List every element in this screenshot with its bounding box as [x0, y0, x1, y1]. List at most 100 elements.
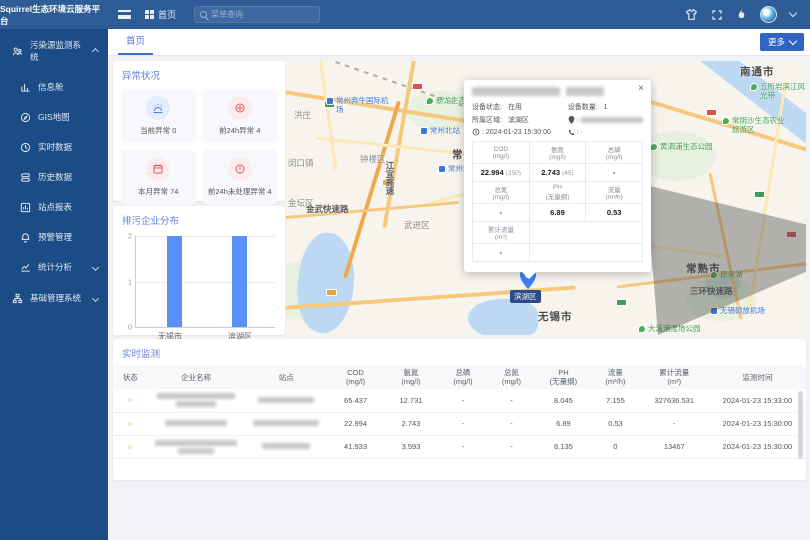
app-window: Squirrel生态环境云服务平台 首页: [0, 0, 810, 540]
map-popup: × 设备状态: 在用 设备数量: 1 所属区域: 滨湖区 : : 2024-01…: [464, 80, 651, 272]
chevron-down-icon[interactable]: [789, 9, 797, 17]
table-row[interactable]: 65.437 12.731 - - 8.045 7.155 327636.531…: [113, 389, 806, 412]
chevron-down-icon: [92, 263, 99, 270]
sidebar-item-info-hub[interactable]: 信息舱: [0, 72, 108, 102]
sidebar-group-label: 基础管理系统: [30, 292, 81, 304]
menu-search[interactable]: [194, 6, 320, 23]
popup-info: 设备状态: 在用 设备数量: 1 所属区域: 滨湖区 : : 2024-01-2…: [472, 102, 643, 136]
park-icon: [710, 271, 718, 279]
line-chart-icon: [19, 261, 31, 273]
map-district-label: 武进区: [404, 219, 430, 231]
road-badge: [616, 299, 627, 306]
topbar-actions: [685, 6, 810, 23]
park-icon: [722, 117, 730, 125]
enterprise-distribution-panel: 排污企业分布 2 1 0 无锡市 滨湖区: [113, 206, 285, 335]
sidebar-item-label: 统计分析: [38, 261, 72, 273]
bar-binhu: [232, 236, 247, 327]
abnormal-status-panel: 异常状况 当前异常 0 前24h异常 4: [113, 61, 285, 201]
y-tick: 1: [122, 277, 132, 286]
popup-title-redacted: [472, 87, 643, 96]
tab-home[interactable]: 首页: [118, 29, 153, 55]
hamburger-icon: [118, 10, 131, 19]
bar-wuxi: [167, 236, 182, 327]
table-row[interactable]: 22.994 2.743 - - 6.89 0.53 - 2024-01-23 …: [113, 412, 806, 435]
sidebar-item-alert-management[interactable]: 预警管理: [0, 222, 108, 252]
sidebar-item-gis-map[interactable]: GIS地图: [0, 102, 108, 132]
more-button[interactable]: 更多: [760, 33, 804, 51]
stat-label: 前24h异常 4: [219, 125, 260, 136]
map-poi: 五所岩滨江风光带: [750, 83, 806, 100]
stat-grid: 当前异常 0 前24h异常 4 本月异常 74: [113, 87, 285, 206]
map-poi: 黄泗浦生态公园: [650, 143, 713, 152]
panel-title: 异常状况: [113, 61, 285, 87]
grid-icon: [145, 10, 154, 19]
map-road-label: 三环快速路: [690, 285, 733, 297]
breadcrumb[interactable]: 首页: [145, 8, 176, 21]
sidebar-item-label: 实时数据: [38, 141, 72, 153]
bell-icon: [19, 231, 31, 243]
stat-month-abnormal[interactable]: 本月异常 74: [121, 150, 196, 204]
breadcrumb-label: 首页: [158, 8, 176, 21]
sidebar-group-label: 污染源监测系统: [30, 39, 86, 63]
clock-icon: [19, 141, 31, 153]
clock-icon: [472, 128, 480, 136]
monitor-table: 状态 企业名称 站点 COD(mg/l) 氨氮(mg/l) 总磷(mg/l) 总…: [113, 365, 806, 459]
sidebar-item-realtime-data[interactable]: 实时数据: [0, 132, 108, 162]
park-icon: [638, 325, 646, 333]
marker-label: 滨湖区: [510, 290, 541, 303]
stat-unhandled-abnormal[interactable]: 前24h未处理异常 4: [203, 150, 278, 204]
panel-title: 排污企业分布: [113, 206, 285, 232]
user-avatar[interactable]: [760, 6, 777, 23]
map-poi: 常州北站: [420, 127, 460, 136]
sidebar-item-site-report[interactable]: 站点报表: [0, 192, 108, 222]
main-area: 首页 更多 异常状况 当前异常 0 前24h异: [108, 29, 810, 540]
theme-skin-icon[interactable]: [685, 8, 698, 21]
dashboard-icon: [19, 81, 31, 93]
phone-icon: [568, 129, 575, 136]
park-icon: [426, 97, 434, 105]
sidebar-item-label: 历史数据: [38, 171, 72, 183]
table-scrollbar[interactable]: [798, 391, 803, 459]
road-badge: [754, 191, 765, 198]
chevron-up-icon: [92, 48, 99, 55]
park-icon: [750, 83, 758, 91]
flame-icon[interactable]: [736, 8, 747, 21]
sidebar-item-history-data[interactable]: 历史数据: [0, 162, 108, 192]
hamburger-menu-button[interactable]: [118, 10, 131, 19]
stat-label: 当前异常 0: [140, 125, 176, 136]
close-icon[interactable]: ×: [638, 84, 644, 94]
map-road-label: 江宜高速: [384, 161, 396, 195]
road-badge: [326, 289, 337, 296]
sitemap-icon: [11, 292, 23, 304]
search-icon: [200, 11, 207, 18]
stat-prev24h-abnormal[interactable]: 前24h异常 4: [203, 89, 278, 143]
map-city-label: 无锡市: [538, 309, 573, 324]
station-icon: [438, 165, 446, 173]
sidebar: 污染源监测系统 信息舱 GIS地图 实时数据 历史数据 站点报表 预警管理: [0, 29, 108, 540]
park-icon: [650, 143, 658, 151]
map-poi: 无锡硕放机场: [710, 307, 765, 316]
y-tick: 0: [122, 323, 132, 332]
more-label: 更多: [768, 36, 785, 48]
fullscreen-icon[interactable]: [711, 9, 723, 21]
target-icon: [228, 96, 252, 120]
search-input[interactable]: [211, 10, 311, 19]
road-badge: [412, 83, 423, 90]
sidebar-group-pollution-monitoring[interactable]: 污染源监测系统: [0, 29, 108, 72]
sidebar-item-label: 信息舱: [38, 81, 64, 93]
compass-icon: [19, 111, 31, 123]
sidebar-item-statistics[interactable]: 统计分析: [0, 252, 108, 282]
tab-bar: 首页 更多: [108, 29, 810, 56]
map-canvas[interactable]: 常州市 无锡市 常熟市 南通市 金坛区 武进区 钟楼区 洪庄 闵口镇 金武快速路…: [286, 61, 806, 335]
map-district-label: 洪庄: [294, 109, 311, 121]
sidebar-item-label: GIS地图: [38, 111, 70, 123]
top-bar: Squirrel生态环境云服务平台 首页: [0, 0, 810, 29]
sidebar-group-base-management[interactable]: 基础管理系统: [0, 282, 108, 313]
calendar-icon: [146, 157, 170, 181]
table-header-row: 状态 企业名称 站点 COD(mg/l) 氨氮(mg/l) 总磷(mg/l) 总…: [113, 365, 806, 389]
table-row[interactable]: 41.933 3.593 - - 8.135 0 13467 2024-01-2…: [113, 435, 806, 458]
alarm-light-icon: [146, 96, 170, 120]
stat-current-abnormal[interactable]: 当前异常 0: [121, 89, 196, 143]
database-icon: [19, 171, 31, 183]
panel-title: 实时监测: [113, 339, 806, 365]
